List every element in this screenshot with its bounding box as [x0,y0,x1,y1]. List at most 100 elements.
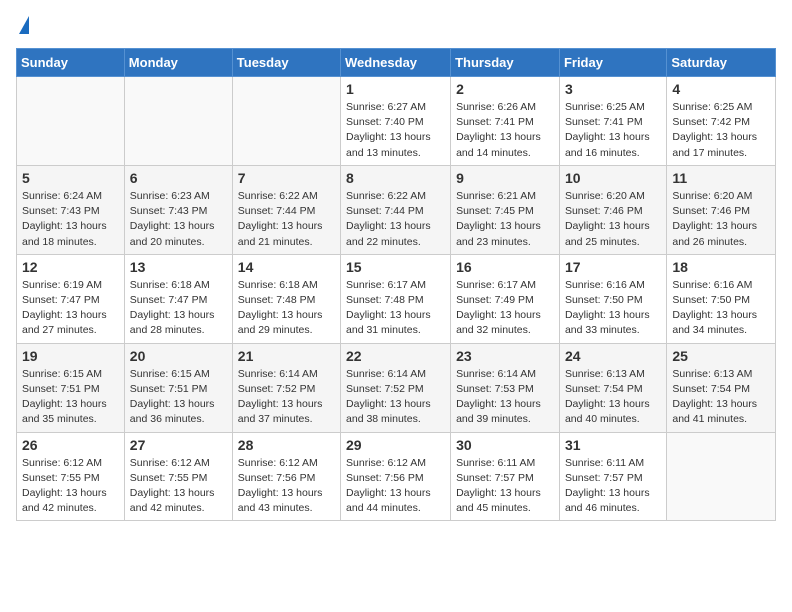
day-number: 25 [672,348,770,364]
calendar-header-wednesday: Wednesday [341,49,451,77]
day-info: Sunrise: 6:25 AM Sunset: 7:41 PM Dayligh… [565,100,661,161]
calendar-cell: 6 Sunrise: 6:23 AM Sunset: 7:43 PM Daylig… [124,165,232,254]
calendar-header-friday: Friday [559,49,666,77]
calendar-cell: 15 Sunrise: 6:17 AM Sunset: 7:48 PM Dayli… [341,254,451,343]
day-number: 10 [565,170,661,186]
day-info: Sunrise: 6:22 AM Sunset: 7:44 PM Dayligh… [238,189,335,250]
day-info: Sunrise: 6:11 AM Sunset: 7:57 PM Dayligh… [456,456,554,517]
calendar-cell: 10 Sunrise: 6:20 AM Sunset: 7:46 PM Dayli… [559,165,666,254]
day-number: 21 [238,348,335,364]
day-number: 30 [456,437,554,453]
calendar-cell: 20Sunrise: 6:15 AM Sunset: 7:51 PM Dayli… [124,343,232,432]
calendar-week-row: 1 Sunrise: 6:27 AM Sunset: 7:40 PM Daylig… [17,77,776,166]
calendar-cell: 22 Sunrise: 6:14 AM Sunset: 7:52 PM Dayli… [341,343,451,432]
day-info: Sunrise: 6:11 AM Sunset: 7:57 PM Dayligh… [565,456,661,517]
calendar-cell: 24Sunrise: 6:13 AM Sunset: 7:54 PM Dayli… [559,343,666,432]
day-number: 14 [238,259,335,275]
day-info: Sunrise: 6:26 AM Sunset: 7:41 PM Dayligh… [456,100,554,161]
calendar-week-row: 26 Sunrise: 6:12 AM Sunset: 7:55 PM Dayli… [17,432,776,521]
calendar-header-monday: Monday [124,49,232,77]
day-number: 27 [130,437,227,453]
day-number: 17 [565,259,661,275]
page-header [16,16,776,36]
calendar-cell: 16 Sunrise: 6:17 AM Sunset: 7:49 PM Dayli… [451,254,560,343]
day-info: Sunrise: 6:23 AM Sunset: 7:43 PM Dayligh… [130,189,227,250]
calendar-cell: 12Sunrise: 6:19 AM Sunset: 7:47 PM Dayli… [17,254,125,343]
calendar-cell: 27 Sunrise: 6:12 AM Sunset: 7:55 PM Dayli… [124,432,232,521]
logo-triangle-icon [19,16,29,34]
calendar-cell: 28 Sunrise: 6:12 AM Sunset: 7:56 PM Dayli… [232,432,340,521]
day-info: Sunrise: 6:12 AM Sunset: 7:56 PM Dayligh… [238,456,335,517]
day-number: 24 [565,348,661,364]
day-number: 15 [346,259,445,275]
calendar-cell: 26 Sunrise: 6:12 AM Sunset: 7:55 PM Dayli… [17,432,125,521]
calendar-cell: 18 Sunrise: 6:16 AM Sunset: 7:50 PM Dayli… [667,254,776,343]
day-info: Sunrise: 6:14 AM Sunset: 7:52 PM Dayligh… [346,367,445,428]
logo [16,16,29,36]
day-info: Sunrise: 6:21 AM Sunset: 7:45 PM Dayligh… [456,189,554,250]
day-number: 6 [130,170,227,186]
calendar-header-tuesday: Tuesday [232,49,340,77]
day-info: Sunrise: 6:22 AM Sunset: 7:44 PM Dayligh… [346,189,445,250]
calendar-cell [667,432,776,521]
calendar-cell: 30 Sunrise: 6:11 AM Sunset: 7:57 PM Dayli… [451,432,560,521]
calendar-week-row: 12Sunrise: 6:19 AM Sunset: 7:47 PM Dayli… [17,254,776,343]
day-number: 13 [130,259,227,275]
calendar-cell [17,77,125,166]
day-info: Sunrise: 6:12 AM Sunset: 7:56 PM Dayligh… [346,456,445,517]
day-number: 19 [22,348,119,364]
day-info: Sunrise: 6:18 AM Sunset: 7:48 PM Dayligh… [238,278,335,339]
day-info: Sunrise: 6:18 AM Sunset: 7:47 PM Dayligh… [130,278,227,339]
calendar-week-row: 19 Sunrise: 6:15 AM Sunset: 7:51 PM Dayli… [17,343,776,432]
calendar-table: SundayMondayTuesdayWednesdayThursdayFrid… [16,48,776,521]
calendar-cell [232,77,340,166]
day-number: 11 [672,170,770,186]
day-info: Sunrise: 6:14 AM Sunset: 7:53 PM Dayligh… [456,367,554,428]
day-number: 4 [672,81,770,97]
calendar-cell: 21 Sunrise: 6:14 AM Sunset: 7:52 PM Dayli… [232,343,340,432]
day-number: 22 [346,348,445,364]
day-info: Sunrise: 6:24 AM Sunset: 7:43 PM Dayligh… [22,189,119,250]
calendar-cell: 13 Sunrise: 6:18 AM Sunset: 7:47 PM Dayli… [124,254,232,343]
day-info: Sunrise: 6:12 AM Sunset: 7:55 PM Dayligh… [130,456,227,517]
day-info: Sunrise: 6:12 AM Sunset: 7:55 PM Dayligh… [22,456,119,517]
day-number: 23 [456,348,554,364]
day-info: Sunrise: 6:14 AM Sunset: 7:52 PM Dayligh… [238,367,335,428]
calendar-cell: 11 Sunrise: 6:20 AM Sunset: 7:46 PM Dayli… [667,165,776,254]
calendar-cell: 5Sunrise: 6:24 AM Sunset: 7:43 PM Daylig… [17,165,125,254]
day-number: 3 [565,81,661,97]
day-info: Sunrise: 6:15 AM Sunset: 7:51 PM Dayligh… [22,367,119,428]
calendar-cell: 1 Sunrise: 6:27 AM Sunset: 7:40 PM Daylig… [341,77,451,166]
day-number: 8 [346,170,445,186]
calendar-cell: 8 Sunrise: 6:22 AM Sunset: 7:44 PM Daylig… [341,165,451,254]
calendar-cell [124,77,232,166]
day-number: 20 [130,348,227,364]
day-info: Sunrise: 6:20 AM Sunset: 7:46 PM Dayligh… [672,189,770,250]
day-info: Sunrise: 6:20 AM Sunset: 7:46 PM Dayligh… [565,189,661,250]
day-number: 28 [238,437,335,453]
day-info: Sunrise: 6:17 AM Sunset: 7:48 PM Dayligh… [346,278,445,339]
day-info: Sunrise: 6:25 AM Sunset: 7:42 PM Dayligh… [672,100,770,161]
day-number: 16 [456,259,554,275]
day-info: Sunrise: 6:17 AM Sunset: 7:49 PM Dayligh… [456,278,554,339]
day-number: 26 [22,437,119,453]
day-number: 7 [238,170,335,186]
calendar-cell: 9 Sunrise: 6:21 AM Sunset: 7:45 PM Daylig… [451,165,560,254]
calendar-cell: 31 Sunrise: 6:11 AM Sunset: 7:57 PM Dayli… [559,432,666,521]
day-number: 31 [565,437,661,453]
day-number: 2 [456,81,554,97]
day-number: 18 [672,259,770,275]
day-number: 9 [456,170,554,186]
day-number: 29 [346,437,445,453]
day-number: 1 [346,81,445,97]
calendar-cell: 7 Sunrise: 6:22 AM Sunset: 7:44 PM Daylig… [232,165,340,254]
calendar-cell: 3 Sunrise: 6:25 AM Sunset: 7:41 PM Daylig… [559,77,666,166]
day-info: Sunrise: 6:13 AM Sunset: 7:54 PM Dayligh… [672,367,770,428]
calendar-cell: 14 Sunrise: 6:18 AM Sunset: 7:48 PM Dayli… [232,254,340,343]
calendar-cell: 29 Sunrise: 6:12 AM Sunset: 7:56 PM Dayli… [341,432,451,521]
day-info: Sunrise: 6:16 AM Sunset: 7:50 PM Dayligh… [672,278,770,339]
day-info: Sunrise: 6:27 AM Sunset: 7:40 PM Dayligh… [346,100,445,161]
calendar-cell: 19 Sunrise: 6:15 AM Sunset: 7:51 PM Dayli… [17,343,125,432]
day-number: 12 [22,259,119,275]
calendar-cell: 23 Sunrise: 6:14 AM Sunset: 7:53 PM Dayli… [451,343,560,432]
